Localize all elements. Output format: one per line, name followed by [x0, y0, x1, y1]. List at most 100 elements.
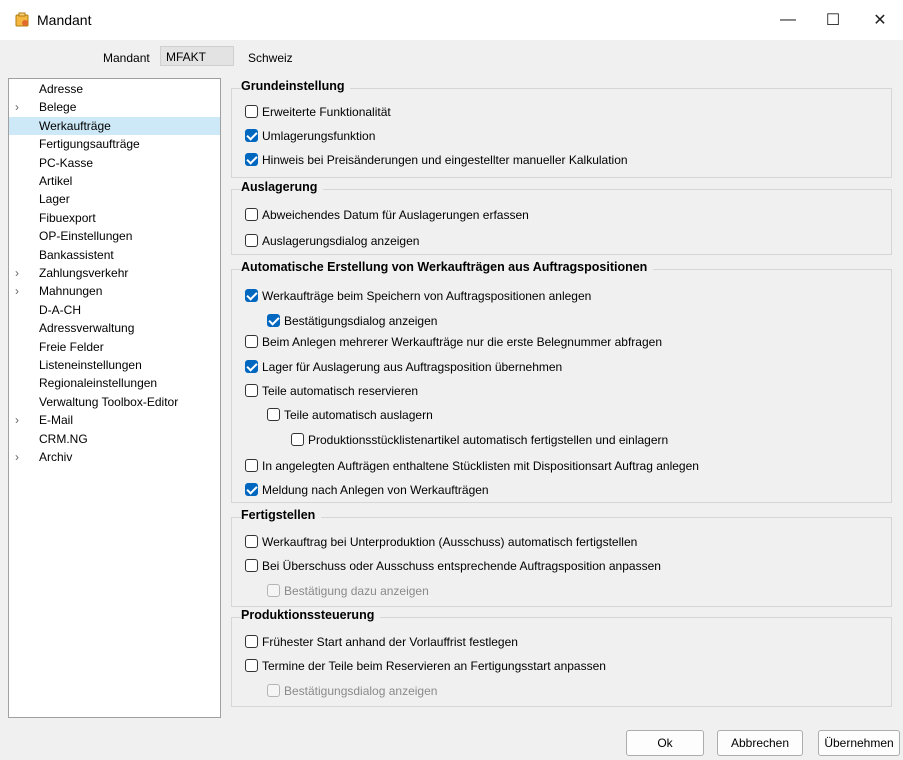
tree-item-label: Lager — [39, 192, 70, 207]
checkbox-unchecked-icon[interactable] — [267, 408, 280, 421]
group-title: Produktionssteuerung — [241, 608, 381, 622]
title-bar: Mandant — ☐ ✕ — [0, 0, 903, 40]
checkbox-checked-icon[interactable] — [245, 153, 258, 166]
option-label: Auslagerungsdialog anzeigen — [262, 234, 420, 248]
mandant-label: Mandant — [103, 51, 150, 65]
tree-item[interactable]: Artikel — [9, 172, 220, 190]
checkbox-checked-icon[interactable] — [245, 289, 258, 302]
apply-button[interactable]: Übernehmen — [818, 730, 900, 756]
option-label: Beim Anlegen mehrerer Werkaufträge nur d… — [262, 335, 662, 349]
checkbox-unchecked-icon — [267, 684, 280, 697]
option-label: Werkauftrag bei Unterproduktion (Ausschu… — [262, 535, 638, 549]
checkbox-unchecked-icon[interactable] — [291, 433, 304, 446]
tree-item[interactable]: › E-Mail — [9, 411, 220, 429]
tree-item[interactable]: › Belege — [9, 98, 220, 116]
chevron-right-icon[interactable]: › — [15, 264, 25, 282]
ok-button[interactable]: Ok — [626, 730, 704, 756]
chevron-right-icon[interactable]: › — [15, 411, 25, 429]
tree-item-label: Regionaleinstellungen — [39, 376, 158, 391]
tree-item[interactable]: D-A-CH — [9, 301, 220, 319]
tree-item-label: Freie Felder — [39, 339, 104, 354]
tree-item[interactable]: Bankassistent — [9, 246, 220, 264]
group-title: Fertigstellen — [241, 508, 322, 522]
option-label: Frühester Start anhand der Vorlauffrist … — [262, 635, 518, 649]
option-label: Erweiterte Funktionalität — [262, 105, 391, 119]
tree-item-label: Archiv — [39, 450, 73, 464]
tree-item[interactable]: Freie Felder — [9, 338, 220, 356]
option-label: Umlagerungsfunktion — [262, 129, 376, 143]
tree-item-label: D-A-CH — [39, 302, 81, 317]
checkbox-unchecked-icon[interactable] — [245, 635, 258, 648]
tree-item-label: Fibuexport — [39, 210, 96, 225]
tree-item[interactable]: › Archiv — [9, 448, 220, 466]
group-title: Automatische Erstellung von Werkaufträge… — [241, 260, 654, 274]
tree-item[interactable]: Fibuexport — [9, 209, 220, 227]
option-label: Bestätigung dazu anzeigen — [284, 584, 429, 598]
tree-item-label: Adresse — [39, 82, 84, 96]
tree-item-label: Fertigungsaufträge — [39, 137, 140, 152]
checkbox-checked-icon[interactable] — [245, 483, 258, 496]
option-label: Bei Überschuss oder Ausschuss entspreche… — [262, 559, 661, 573]
tree-item[interactable]: › Mahnungen — [9, 282, 220, 300]
checkbox-unchecked-icon[interactable] — [245, 234, 258, 247]
window-title: Mandant — [37, 12, 92, 28]
tree-item[interactable]: Lager — [9, 190, 220, 208]
minimize-button[interactable]: — — [765, 0, 811, 40]
chevron-right-icon[interactable]: › — [15, 98, 25, 116]
tree-item-label: OP-Einstellungen — [39, 229, 133, 244]
tree-item-label: Artikel — [39, 174, 73, 188]
tree-item[interactable]: CRM.NG — [9, 430, 220, 448]
checkbox-unchecked-icon[interactable] — [245, 535, 258, 548]
tree-item[interactable]: Listeneinstellungen — [9, 356, 220, 374]
cancel-button[interactable]: Abbrechen — [717, 730, 803, 756]
checkbox-unchecked-icon[interactable] — [245, 208, 258, 221]
checkbox-checked-icon[interactable] — [245, 129, 258, 142]
mandant-code-field: MFAKT — [160, 46, 234, 66]
checkbox-unchecked-icon[interactable] — [245, 459, 258, 472]
checkbox-unchecked-icon[interactable] — [245, 384, 258, 397]
checkbox-checked-icon[interactable] — [245, 360, 258, 373]
option-label: Hinweis bei Preisänderungen und eingeste… — [262, 153, 628, 167]
mandant-app-icon — [15, 12, 29, 27]
tree-item-label: E-Mail — [39, 413, 74, 428]
group-title: Auslagerung — [241, 180, 324, 194]
option-label: Meldung nach Anlegen von Werkaufträgen — [262, 483, 489, 497]
checkbox-unchecked-icon[interactable] — [245, 335, 258, 348]
tree-item-label: Verwaltung Toolbox-Editor — [39, 394, 179, 409]
tree-item-label: Werkaufträge — [39, 118, 111, 133]
tree-item[interactable]: PC-Kasse — [9, 154, 220, 172]
group-title: Grundeinstellung — [241, 79, 351, 93]
checkbox-checked-icon[interactable] — [267, 314, 280, 327]
tree-item[interactable]: Adresse — [9, 80, 220, 98]
tree-item[interactable]: › Zahlungsverkehr — [9, 264, 220, 282]
option-label: Abweichendes Datum für Auslagerungen erf… — [262, 208, 529, 222]
tree-item[interactable]: Werkaufträge — [9, 116, 220, 135]
tree-item-label: Belege — [39, 100, 77, 115]
checkbox-unchecked-icon[interactable] — [245, 105, 258, 118]
chevron-right-icon[interactable]: › — [15, 448, 25, 466]
option-label: Teile automatisch auslagern — [284, 408, 433, 422]
tree-item[interactable]: OP-Einstellungen — [9, 227, 220, 245]
tree-item-label: Adressverwaltung — [39, 321, 135, 336]
tree-item[interactable]: Verwaltung Toolbox-Editor — [9, 393, 220, 411]
tree-item[interactable]: Fertigungsaufträge — [9, 135, 220, 153]
tree-item-label: PC-Kasse — [39, 155, 94, 170]
tree-item[interactable]: Adressverwaltung — [9, 319, 220, 337]
option-label: Werkaufträge beim Speichern von Auftrags… — [262, 289, 592, 303]
checkbox-unchecked-icon — [267, 584, 280, 597]
tree-item-label: Mahnungen — [39, 284, 103, 299]
close-button[interactable]: ✕ — [857, 0, 903, 40]
tree-item-label: Bankassistent — [39, 247, 114, 262]
settings-tree[interactable]: Adresse › Belege Werkaufträge Fertigungsauft… — [8, 78, 221, 718]
option-label: Produktionsstücklistenartikel automatisc… — [308, 433, 669, 447]
checkbox-unchecked-icon[interactable] — [245, 659, 258, 672]
option-label: Bestätigungsdialog anzeigen — [284, 314, 438, 328]
maximize-button[interactable]: ☐ — [810, 0, 856, 40]
option-label: Lager für Auslagerung aus Auftragspositi… — [262, 360, 563, 374]
mandant-name: Schweiz — [248, 51, 293, 65]
tree-item-label: Listeneinstellungen — [39, 358, 142, 372]
tree-item[interactable]: Regionaleinstellungen — [9, 374, 220, 392]
chevron-right-icon[interactable]: › — [15, 282, 25, 300]
checkbox-unchecked-icon[interactable] — [245, 559, 258, 572]
option-label: Termine der Teile beim Reservieren an Fe… — [262, 659, 606, 673]
